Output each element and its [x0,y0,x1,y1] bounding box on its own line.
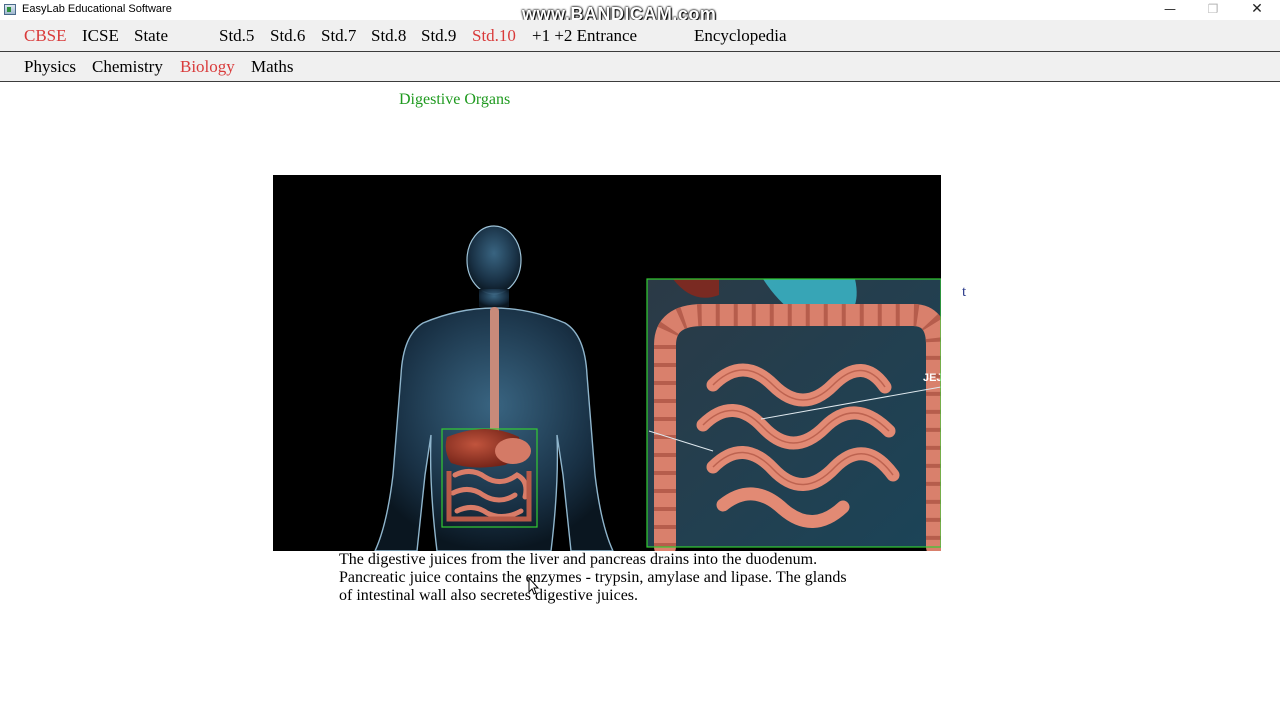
digestive-illustration: JEJ [374,225,941,551]
board-menu-bar: CBSE ICSE State Std.5 Std.6 Std.7 Std.8 … [0,20,1280,52]
description-caption: The digestive juices from the liver and … [339,551,939,605]
menu-std9[interactable]: Std.9 [421,26,456,46]
caption-line: The digestive juices from the liver and … [339,551,818,568]
stray-text: t [962,284,967,300]
menu-encyclopedia[interactable]: Encyclopedia [694,26,787,46]
menu-entrance[interactable]: +1 +2 Entrance [532,26,637,46]
menu-std6[interactable]: Std.6 [270,26,305,46]
menu-std8[interactable]: Std.8 [371,26,406,46]
menu-cbse[interactable]: CBSE [24,26,67,46]
app-icon [4,4,16,15]
menu-std10[interactable]: Std.10 [472,26,516,46]
maximize-button[interactable]: ❐ [1191,0,1235,20]
human-body-figure [374,225,614,551]
minimize-button[interactable]: — [1148,0,1192,20]
text-cursor-icon [528,577,539,595]
page-title: Digestive Organs [399,91,511,108]
intestine-zoom-inset: JEJ [646,278,941,551]
close-button[interactable]: ✕ [1235,0,1279,20]
menu-maths[interactable]: Maths [251,57,294,77]
jejunum-label: JEJ [923,372,941,384]
menu-chemistry[interactable]: Chemistry [92,57,163,77]
menu-biology[interactable]: Biology [180,57,235,77]
title-bar: EasyLab Educational Software www.BANDICA… [0,0,1280,24]
menu-physics[interactable]: Physics [24,57,76,77]
menu-icse[interactable]: ICSE [82,26,119,46]
caption-line: Pancreatic juice contains the enzymes - … [339,569,847,586]
subject-menu-bar: Physics Chemistry Biology Maths [0,52,1280,82]
window-title: EasyLab Educational Software [22,3,172,15]
menu-std7[interactable]: Std.7 [321,26,356,46]
anatomy-video[interactable]: JEJ [273,175,941,551]
menu-state[interactable]: State [134,26,168,46]
caption-line: of intestinal wall also secretes digesti… [339,587,639,604]
menu-std5[interactable]: Std.5 [219,26,254,46]
